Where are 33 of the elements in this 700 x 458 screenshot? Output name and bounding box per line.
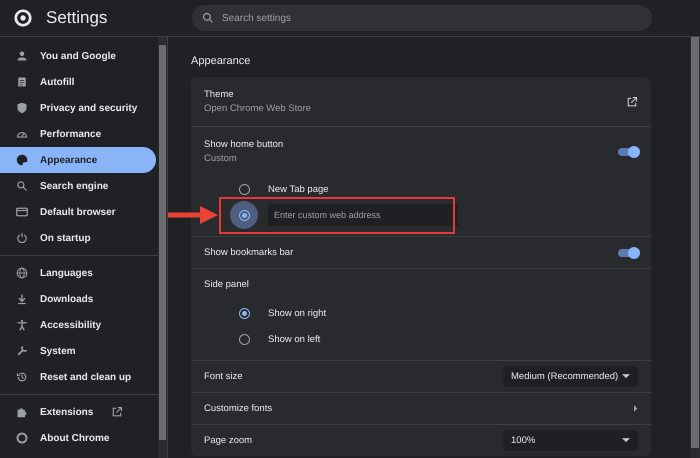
setting-label: Side panel [204, 279, 249, 290]
app-title: Settings [46, 8, 108, 28]
radio-label: Show on left [268, 334, 320, 344]
sidebar-item[interactable]: Languages [0, 260, 156, 286]
setting-label: Show bookmarks bar [204, 247, 294, 258]
sidebar-item[interactable]: Privacy and security [0, 95, 156, 121]
radio-label: New Tab page [268, 184, 329, 194]
sidebar-item[interactable]: Accessibility [0, 312, 156, 338]
sidebar-item[interactable]: System [0, 338, 156, 364]
search-field[interactable]: Search settings [192, 5, 652, 31]
setting-label: Show home button [204, 139, 284, 150]
sidebar-item[interactable]: Extensions [0, 399, 156, 425]
setting-description: Custom [204, 153, 238, 164]
setting-label: Page zoom [204, 435, 252, 446]
sidebar-item[interactable]: Reset and clean up [0, 364, 156, 390]
setting-label: Customize fonts [204, 403, 272, 414]
sidebar-item[interactable]: Appearance [0, 147, 156, 173]
dropdown[interactable]: 100% [503, 430, 638, 451]
radio-label: Show on right [268, 308, 326, 318]
section-title: Appearance [191, 55, 252, 67]
setting-label: Font size [204, 371, 243, 382]
sidebar-item[interactable]: On startup [0, 225, 156, 251]
sidebar-item[interactable]: Downloads [0, 286, 156, 312]
sidebar-item[interactable]: Default browser [0, 199, 156, 225]
setting-description: Open Chrome Web Store [204, 103, 312, 114]
sidebar-item[interactable]: Performance [0, 121, 156, 147]
sidebar-item[interactable]: About Chrome [0, 425, 156, 451]
sidebar-item[interactable]: You and Google [0, 43, 156, 69]
sidebar-item[interactable]: Autofill [0, 69, 156, 95]
input-field[interactable]: Enter custom web address [268, 204, 458, 226]
sidebar-item[interactable]: Search engine [0, 173, 156, 199]
dropdown[interactable]: Medium (Recommended) [503, 366, 638, 387]
setting-label: Theme [204, 89, 235, 100]
